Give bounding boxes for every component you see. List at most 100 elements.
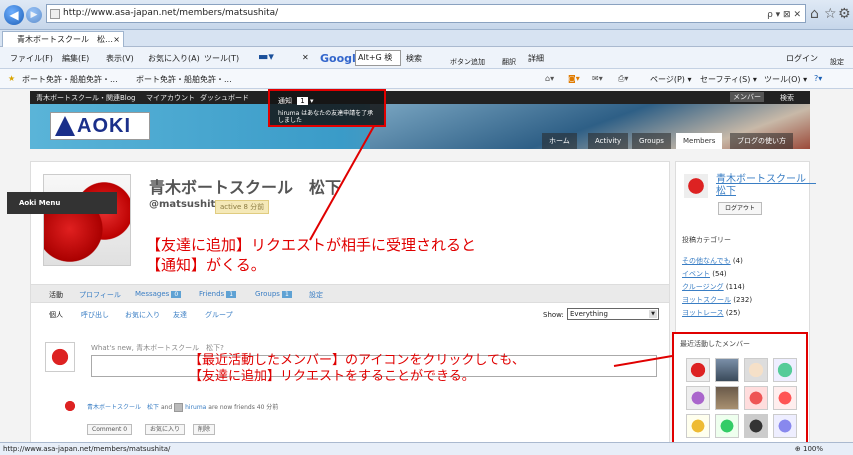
- delete-button[interactable]: 削除: [193, 424, 216, 435]
- tools-gear-icon[interactable]: ⚙: [838, 6, 851, 22]
- tab-activity[interactable]: 活動: [49, 290, 63, 300]
- category-item[interactable]: ヨットレース (25): [682, 307, 807, 320]
- favorites-star-icon[interactable]: ☆: [824, 6, 837, 22]
- member-avatar[interactable]: [773, 358, 797, 382]
- print-icon[interactable]: ⎙▾: [618, 74, 628, 84]
- home-icon[interactable]: ⌂▾: [545, 74, 554, 83]
- member-avatar[interactable]: [715, 358, 739, 382]
- show-filter-value: Everything: [570, 310, 608, 318]
- help-icon[interactable]: ?▾: [814, 74, 822, 83]
- menu-tools[interactable]: ツール(T): [204, 53, 239, 64]
- page-menu[interactable]: ページ(P) ▾: [650, 74, 691, 85]
- adminbar-dashboard[interactable]: ダッシュボード: [200, 93, 249, 103]
- subtab-favorites[interactable]: お気に入り: [125, 310, 160, 320]
- member-avatar[interactable]: [744, 386, 768, 410]
- notification-message[interactable]: hiruma はあなたの友達申請を了承しました: [278, 110, 378, 124]
- page-content: 青木ボートスクール・関連Blog マイアカウント ダッシュボード メンバー 検索…: [0, 89, 853, 442]
- member-avatar[interactable]: [715, 386, 739, 410]
- menu-file[interactable]: ファイル(F): [10, 53, 53, 64]
- rss-icon[interactable]: ◙▾: [568, 74, 580, 83]
- favorites-star-icon[interactable]: ★: [8, 74, 15, 83]
- home-icon[interactable]: ⌂: [810, 6, 819, 22]
- back-icon[interactable]: ◀: [4, 5, 24, 25]
- browser-tab[interactable]: 青木ボートスクール 松… ×: [2, 31, 124, 47]
- member-avatar[interactable]: [686, 358, 710, 382]
- category-link[interactable]: ヨットレース: [682, 309, 724, 317]
- subtab-groups[interactable]: グループ: [205, 310, 233, 320]
- category-item[interactable]: その他なんでも (4): [682, 255, 807, 268]
- safety-menu[interactable]: セーフティ(S) ▾: [700, 74, 757, 85]
- menu-view[interactable]: 表示(V): [106, 53, 134, 64]
- adminbar-blog[interactable]: 青木ボートスクール・関連Blog: [36, 93, 135, 103]
- nav-blog-howto[interactable]: ブログの使い方: [730, 133, 793, 149]
- tab-title: 青木ボートスクール 松…: [17, 35, 113, 44]
- nav-home[interactable]: ホーム: [542, 133, 577, 149]
- google-search-field[interactable]: Alt+G 検: [355, 50, 401, 66]
- logout-button[interactable]: ログアウト: [718, 202, 762, 215]
- settings-button[interactable]: 設定: [830, 57, 844, 67]
- comment-button[interactable]: Comment 0: [87, 424, 133, 435]
- detail-button[interactable]: 詳細: [528, 53, 544, 64]
- favorite-link-1[interactable]: ボート免許・船舶免許・...: [22, 74, 118, 85]
- category-item[interactable]: イベント (54): [682, 268, 807, 281]
- member-select[interactable]: メンバー: [730, 92, 764, 102]
- category-link[interactable]: イベント: [682, 270, 710, 278]
- site-logo[interactable]: AOKI: [50, 112, 150, 140]
- member-avatar[interactable]: [773, 386, 797, 410]
- category-link[interactable]: その他なんでも: [682, 257, 731, 265]
- close-icon[interactable]: ×: [113, 32, 120, 47]
- member-avatar[interactable]: [773, 414, 797, 438]
- url-field[interactable]: http://www.asa-japan.net/members/matsush…: [46, 4, 806, 23]
- sidebar-avatar[interactable]: [684, 174, 708, 198]
- tab-messages[interactable]: Messages 0: [135, 290, 182, 298]
- activity-avatar[interactable]: [63, 399, 77, 413]
- subtab-personal[interactable]: 個人: [49, 310, 63, 320]
- nav-groups[interactable]: Groups: [632, 133, 671, 149]
- activity-friend-link[interactable]: hiruma: [185, 404, 206, 411]
- zoom-level[interactable]: ⊕ 100%: [795, 443, 823, 455]
- tab-profile[interactable]: プロフィール: [79, 290, 121, 300]
- profile-avatar[interactable]: [43, 174, 131, 266]
- mail-icon[interactable]: ✉▾: [592, 74, 603, 83]
- tab-groups[interactable]: Groups 1: [255, 290, 292, 298]
- sidebar-user-name[interactable]: 青木ボートスクール 松下: [716, 174, 816, 198]
- notification-label-row: 通知 1 ▾: [278, 96, 313, 106]
- annotation-1-line-1: 【友達に追加】リクエストが相手に受理されると: [146, 236, 477, 254]
- member-avatar[interactable]: [744, 414, 768, 438]
- member-avatar[interactable]: [744, 358, 768, 382]
- nav-activity[interactable]: Activity: [588, 133, 629, 149]
- search-label[interactable]: 検索: [780, 93, 794, 103]
- member-avatar[interactable]: [686, 386, 710, 410]
- menu-edit[interactable]: 編集(E): [62, 53, 89, 64]
- member-avatar[interactable]: [686, 414, 710, 438]
- nav-members[interactable]: Members: [676, 133, 723, 149]
- login-button[interactable]: ログイン: [786, 53, 818, 64]
- member-avatar[interactable]: [715, 414, 739, 438]
- chevron-down-icon: ▼: [649, 310, 657, 318]
- tab-settings[interactable]: 設定: [309, 290, 323, 300]
- friend-avatar-icon[interactable]: [174, 403, 184, 412]
- show-filter-select[interactable]: Everything ▼: [567, 308, 659, 320]
- toolbar-icon[interactable]: ▬▾: [258, 50, 274, 63]
- favorite-button[interactable]: お気に入り: [145, 424, 186, 435]
- notification-popup[interactable]: 通知 1 ▾ hiruma はあなたの友達申請を了承しました: [268, 89, 386, 127]
- activity-actor-link[interactable]: 青木ボートスクール 松下: [87, 404, 159, 411]
- category-link[interactable]: クルージング: [682, 283, 724, 291]
- category-item[interactable]: クルージング (114): [682, 281, 807, 294]
- url-controls[interactable]: ρ ▾ ⊠ ✕: [767, 7, 801, 24]
- category-item[interactable]: ヨットスクール (232): [682, 294, 807, 307]
- subtab-friends[interactable]: 友達: [173, 310, 187, 320]
- forward-icon[interactable]: ▶: [26, 7, 42, 23]
- adminbar-account[interactable]: マイアカウント: [146, 93, 195, 103]
- aoki-menu-button[interactable]: Aoki Menu: [7, 192, 117, 214]
- add-button[interactable]: ボタン追加: [450, 57, 485, 67]
- favorite-link-2[interactable]: ボート免許・船舶免許・...: [136, 74, 232, 85]
- menu-favorites[interactable]: お気に入り(A): [148, 53, 200, 64]
- close-toolbar-icon[interactable]: ✕: [302, 53, 309, 62]
- search-button[interactable]: 検索: [406, 53, 422, 64]
- subtab-mentions[interactable]: 呼び出し: [81, 310, 109, 320]
- translate-button[interactable]: 翻訳: [502, 57, 516, 67]
- tab-friends[interactable]: Friends 1: [199, 290, 237, 298]
- category-link[interactable]: ヨットスクール: [682, 296, 731, 304]
- tools-menu[interactable]: ツール(O) ▾: [764, 74, 807, 85]
